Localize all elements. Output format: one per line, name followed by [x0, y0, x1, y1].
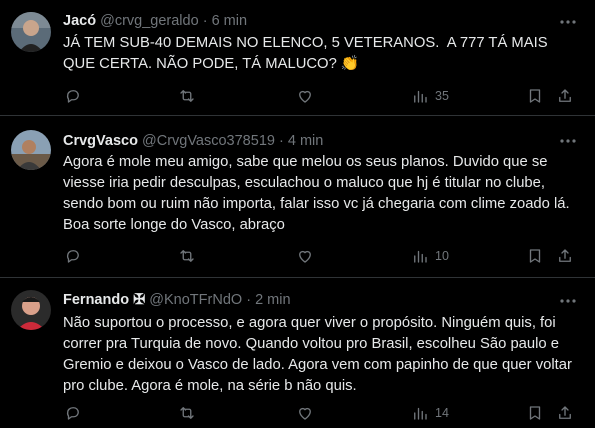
reply-icon	[66, 90, 79, 103]
separator: ·	[278, 133, 284, 149]
cross-badge-icon: ✠	[133, 292, 146, 308]
author-handle[interactable]: @KnoTFrNdO	[149, 292, 242, 308]
like-button[interactable]	[296, 245, 314, 267]
tweet-text: JÁ TEM SUB-40 DEMAIS NO ELENCO, 5 VETERA…	[63, 35, 552, 72]
share-button[interactable]	[556, 85, 574, 107]
reply-icon	[66, 407, 79, 420]
retweet-icon	[180, 90, 194, 102]
views-icon	[414, 407, 427, 420]
reply-button[interactable]	[64, 85, 82, 107]
bookmark-icon	[529, 89, 541, 103]
share-icon	[559, 249, 571, 262]
tweet-header: Jacó @crvg_geraldo · 6 min	[63, 12, 247, 30]
tweet-actions: 14	[56, 402, 581, 424]
views-count: 14	[435, 406, 449, 420]
share-icon	[559, 89, 571, 102]
tweet-text: Agora é mole meu amigo, sabe que melou o…	[63, 154, 574, 233]
author-name[interactable]: Jacó	[63, 13, 96, 29]
like-button[interactable]	[296, 402, 314, 424]
timestamp[interactable]: 4 min	[288, 133, 323, 149]
reply-button[interactable]	[64, 402, 82, 424]
timestamp[interactable]: 6 min	[212, 13, 247, 29]
bookmark-button[interactable]	[526, 402, 544, 424]
tweet-actions: 10	[56, 245, 581, 267]
views-button[interactable]: 14	[411, 402, 449, 424]
bookmark-icon	[529, 249, 541, 263]
more-icon[interactable]	[559, 132, 577, 150]
views-icon	[414, 250, 427, 263]
views-count: 10	[435, 249, 449, 263]
retweet-button[interactable]	[178, 245, 196, 267]
reply-button[interactable]	[64, 245, 82, 267]
tweet-1[interactable]: Jacó @crvg_geraldo · 6 min JÁ TEM SUB-40…	[0, 0, 595, 116]
avatar[interactable]	[11, 130, 51, 170]
tweet-header: CrvgVasco @CrvgVasco378519 · 4 min	[63, 132, 323, 150]
views-button[interactable]: 35	[411, 85, 449, 107]
author-handle[interactable]: @crvg_geraldo	[100, 13, 199, 29]
timestamp[interactable]: 2 min	[255, 292, 290, 308]
tweet-actions: 35	[56, 85, 581, 107]
more-icon[interactable]	[559, 13, 577, 31]
share-button[interactable]	[556, 402, 574, 424]
bookmark-icon	[529, 406, 541, 420]
tweet-text: Não suportou o processo, e agora quer vi…	[63, 315, 577, 394]
views-count: 35	[435, 89, 449, 103]
separator: ·	[246, 292, 252, 308]
retweet-button[interactable]	[178, 85, 196, 107]
more-icon[interactable]	[559, 292, 577, 310]
views-button[interactable]: 10	[411, 245, 449, 267]
tweet-header: Fernando ✠ @KnoTFrNdO · 2 min	[63, 291, 291, 309]
bookmark-button[interactable]	[526, 85, 544, 107]
retweet-icon	[180, 407, 194, 419]
like-icon	[299, 407, 311, 420]
retweet-icon	[180, 250, 194, 262]
author-name[interactable]: Fernando	[63, 292, 129, 308]
share-button[interactable]	[556, 245, 574, 267]
retweet-button[interactable]	[178, 402, 196, 424]
author-name[interactable]: CrvgVasco	[63, 133, 138, 149]
author-handle[interactable]: @CrvgVasco378519	[142, 133, 275, 149]
reply-icon	[66, 250, 79, 263]
like-icon	[299, 250, 311, 263]
separator: ·	[202, 13, 208, 29]
avatar[interactable]	[11, 12, 51, 52]
avatar[interactable]	[11, 290, 51, 330]
like-button[interactable]	[296, 85, 314, 107]
bookmark-button[interactable]	[526, 245, 544, 267]
share-icon	[559, 406, 571, 419]
like-icon	[299, 90, 311, 103]
tweet-3[interactable]: Fernando ✠ @KnoTFrNdO · 2 min Não suport…	[0, 279, 595, 428]
views-icon	[414, 90, 427, 103]
tweet-2[interactable]: CrvgVasco @CrvgVasco378519 · 4 min Agora…	[0, 117, 595, 278]
